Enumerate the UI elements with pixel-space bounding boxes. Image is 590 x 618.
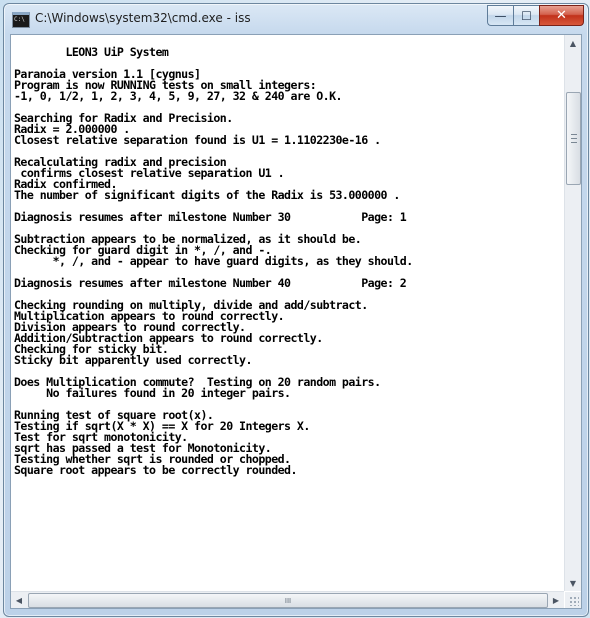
horizontal-scrollbar[interactable]: ◀ III ▶ (11, 591, 564, 608)
console-output[interactable]: LEON3 UiP System Paranoia version 1.1 [c… (11, 35, 564, 591)
title-bar[interactable]: C:\ C:\Windows\system32\cmd.exe - iss — … (4, 4, 588, 34)
console-line: Diagnosis resumes after milestone Number… (14, 210, 407, 224)
vertical-scroll-thumb[interactable] (566, 92, 581, 185)
window-title: C:\Windows\system32\cmd.exe - iss (35, 11, 251, 25)
console-client-area: LEON3 UiP System Paranoia version 1.1 [c… (10, 34, 582, 609)
maximize-button[interactable]: ☐ (513, 5, 539, 26)
console-line: No failures found in 20 integer pairs. (14, 386, 291, 400)
scroll-down-arrow-icon[interactable]: ▼ (565, 575, 581, 591)
scroll-left-arrow-icon[interactable]: ◀ (11, 592, 27, 608)
close-button[interactable]: ✕ (539, 5, 584, 26)
scroll-right-arrow-icon[interactable]: ▶ (548, 592, 564, 608)
console-line: -1, 0, 1/2, 1, 2, 3, 4, 5, 9, 27, 32 & 2… (14, 89, 342, 103)
console-line: The number of significant digits of the … (14, 188, 400, 202)
console-line: Diagnosis resumes after milestone Number… (14, 276, 407, 290)
vertical-scrollbar[interactable]: ▲ ▼ (564, 35, 581, 591)
caption-buttons: — ☐ ✕ (487, 5, 584, 26)
console-line: *, /, and - appear to have guard digits,… (14, 254, 414, 268)
resize-grip-icon (569, 596, 579, 606)
size-grip[interactable] (565, 592, 581, 608)
console-window: C:\ C:\Windows\system32\cmd.exe - iss — … (3, 3, 589, 617)
grip-icon (570, 134, 577, 143)
console-text: LEON3 UiP System Paranoia version 1.1 [c… (11, 35, 564, 476)
console-line: Square root appears to be correctly roun… (14, 463, 297, 477)
console-line: Sticky bit apparently used correctly. (14, 353, 252, 367)
scroll-up-arrow-icon[interactable]: ▲ (565, 35, 581, 51)
cmd-icon[interactable]: C:\ (12, 12, 30, 28)
minimize-button[interactable]: — (487, 5, 513, 26)
console-line: Closest relative separation found is U1 … (14, 133, 381, 147)
cmd-icon-label: C:\ (14, 16, 25, 23)
horizontal-scroll-thumb[interactable]: III (28, 593, 548, 608)
console-line: LEON3 UiP System (14, 45, 169, 59)
